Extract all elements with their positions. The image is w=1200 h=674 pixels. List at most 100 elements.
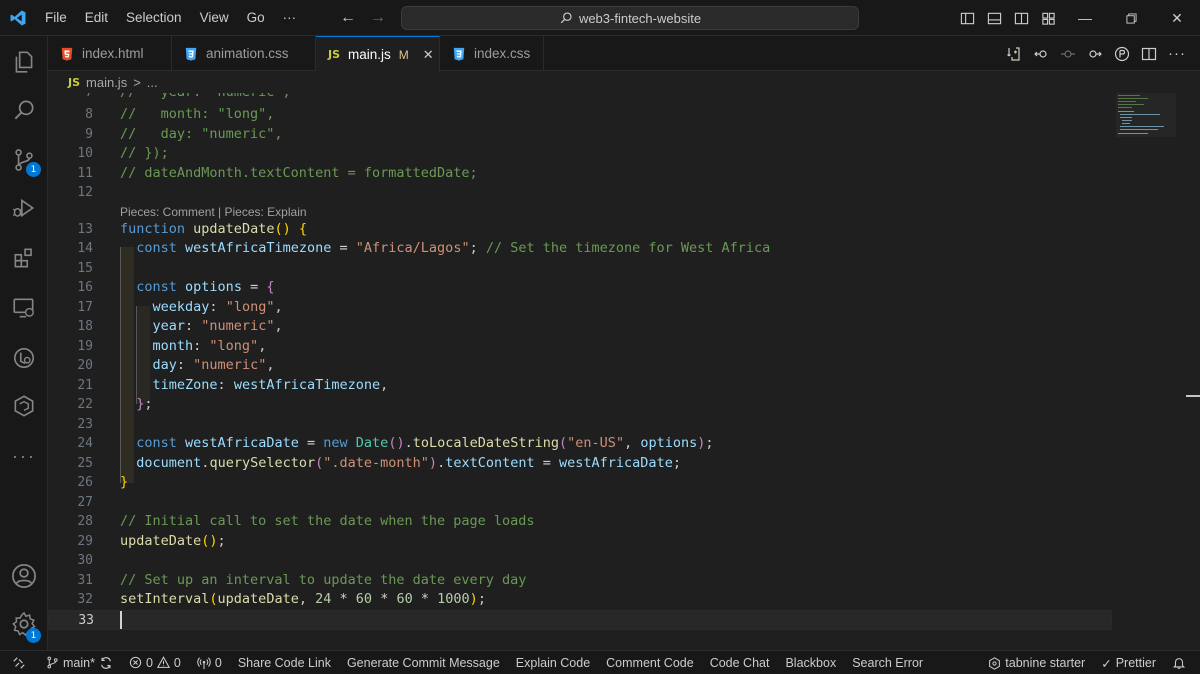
remote-explorer-icon[interactable] — [0, 284, 48, 332]
toggle-secondary-sidebar-icon[interactable] — [1008, 0, 1035, 36]
css3-icon — [185, 47, 197, 61]
warning-count: 0 — [173, 655, 181, 670]
breadcrumb: JS main.js > ... — [48, 71, 158, 93]
command-center-search[interactable]: web3-fintech-website — [401, 6, 859, 30]
code-line: 15 — [48, 259, 1112, 279]
toggle-panel-icon[interactable] — [981, 0, 1008, 36]
menu-view[interactable]: View — [191, 0, 238, 36]
back-arrow-icon[interactable]: ← — [340, 9, 356, 27]
menu-selection[interactable]: Selection — [117, 0, 191, 36]
js-file-icon: JS — [68, 75, 81, 89]
explorer-icon[interactable] — [0, 38, 48, 86]
status-bar-right: tabnine starter ✓ Prettier — [980, 651, 1194, 674]
code-line: 17 weekday: "long", — [48, 298, 1112, 318]
branch-indicator[interactable]: main* — [38, 651, 121, 674]
go-back-change-icon[interactable] — [1033, 46, 1049, 62]
extensions-icon[interactable] — [0, 234, 48, 282]
pieces-icon[interactable] — [0, 382, 48, 430]
vscode-logo-icon — [0, 0, 36, 36]
breadcrumb-separator: > — [133, 74, 141, 90]
code-line: 24 const westAfricaDate = new Date().toL… — [48, 434, 1112, 454]
settings-badge: 1 — [26, 628, 41, 643]
explain-code-button[interactable]: Explain Code — [508, 651, 598, 674]
code-line: 8// month: "long", — [48, 105, 1112, 125]
more-actions-icon[interactable]: ··· — [1168, 45, 1186, 62]
menu-more[interactable]: ··· — [274, 0, 306, 36]
line-number: 10 — [77, 146, 93, 161]
current-line[interactable]: 33 — [48, 610, 1112, 630]
tab-animation-css[interactable]: animation.css — [172, 36, 316, 71]
search-error-button[interactable]: Search Error — [844, 651, 931, 674]
code-line: 28// Initial call to set the date when t… — [48, 512, 1112, 532]
code-line: 23 — [48, 415, 1112, 435]
breadcrumb-file[interactable]: main.js — [86, 75, 127, 90]
pieces-codelens[interactable]: Pieces: Comment | Pieces: Explain — [120, 203, 307, 221]
toggle-primary-sidebar-icon[interactable] — [954, 0, 981, 36]
menu-go[interactable]: Go — [238, 0, 274, 36]
blackbox-button[interactable]: Blackbox — [777, 651, 844, 674]
comment-code-button[interactable]: Comment Code — [598, 651, 702, 674]
compare-changes-icon[interactable] — [1006, 46, 1022, 62]
line-number: 9 — [85, 127, 93, 142]
source-control-icon[interactable]: 1 — [0, 136, 48, 184]
line-number: 33 — [78, 613, 94, 628]
code-line: 29 updateDate(); — [48, 532, 1112, 552]
code-editor[interactable]: 7// year: "numeric", 8// month: "long", … — [48, 93, 1200, 650]
code-line: 31// Set up an interval to update the da… — [48, 571, 1112, 591]
more-views-icon[interactable]: ··· — [0, 432, 48, 480]
close-tab-icon[interactable]: ✕ — [423, 47, 434, 63]
branch-name: main* — [63, 655, 95, 670]
line-number: 14 — [77, 241, 93, 256]
code-chat-button[interactable]: Code Chat — [702, 651, 778, 674]
error-icon — [129, 656, 142, 669]
line-number: 23 — [77, 417, 93, 432]
line-number: 12 — [77, 185, 93, 200]
tab-index-css[interactable]: index.css — [440, 36, 544, 71]
code-line: 9// day: "numeric", — [48, 125, 1112, 145]
search-view-icon[interactable] — [0, 86, 48, 134]
code-line: 19 month: "long", — [48, 337, 1112, 357]
problems-indicator[interactable]: 0 0 — [121, 651, 189, 674]
remote-indicator-icon[interactable] — [0, 651, 38, 674]
editor-actions: ··· — [1006, 36, 1186, 71]
line-number: 27 — [77, 495, 93, 510]
line-number: 28 — [77, 514, 93, 529]
split-editor-icon[interactable] — [1141, 46, 1157, 62]
notifications-bell-icon[interactable] — [1164, 651, 1194, 674]
breadcrumb-more[interactable]: ... — [147, 75, 158, 90]
ports-indicator[interactable]: 0 — [189, 651, 230, 674]
commit-icon[interactable] — [1060, 46, 1076, 62]
error-count: 0 — [145, 655, 153, 670]
scrollbar-position-marker[interactable] — [1186, 395, 1200, 397]
accounts-icon[interactable] — [0, 552, 48, 600]
manage-gear-icon[interactable]: 1 — [0, 600, 48, 648]
menu-bar: File Edit Selection View Go ··· — [36, 0, 305, 36]
tab-main-js[interactable]: JS main.js M ✕ — [316, 36, 440, 72]
menu-file[interactable]: File — [36, 0, 76, 36]
forward-arrow-icon[interactable]: → — [370, 9, 386, 27]
code-line: 25 document.querySelector(".date-month")… — [48, 454, 1112, 474]
close-window-icon[interactable]: ✕ — [1154, 0, 1200, 36]
menu-edit[interactable]: Edit — [76, 0, 117, 36]
prettier-status[interactable]: ✓ Prettier — [1093, 651, 1164, 674]
status-bar: main* 0 0 0 Share Code Link Generate Com… — [0, 650, 1200, 674]
line-number: 29 — [77, 534, 93, 549]
pieces-copilot-icon[interactable] — [1114, 46, 1130, 62]
customize-layout-icon[interactable] — [1035, 0, 1062, 36]
ports-count: 0 — [214, 655, 222, 670]
restore-window-icon[interactable] — [1108, 0, 1154, 36]
go-forward-change-icon[interactable] — [1087, 46, 1103, 62]
code-line: 13 function updateDate() { — [48, 220, 1112, 240]
title-actions: — ✕ — [954, 0, 1200, 36]
run-and-debug-icon[interactable] — [0, 184, 48, 232]
tab-index-html[interactable]: index.html — [48, 36, 172, 71]
timeline-extension-icon[interactable] — [0, 334, 48, 382]
minimize-window-icon[interactable]: — — [1062, 0, 1108, 36]
minimap[interactable] — [1116, 93, 1176, 153]
line-number: 7 — [48, 93, 93, 103]
tab-label: main.js — [348, 47, 391, 62]
generate-commit-message-button[interactable]: Generate Commit Message — [339, 651, 508, 674]
tabnine-status[interactable]: tabnine starter — [980, 651, 1093, 674]
line-number: 15 — [77, 261, 93, 276]
share-code-link-button[interactable]: Share Code Link — [230, 651, 339, 674]
